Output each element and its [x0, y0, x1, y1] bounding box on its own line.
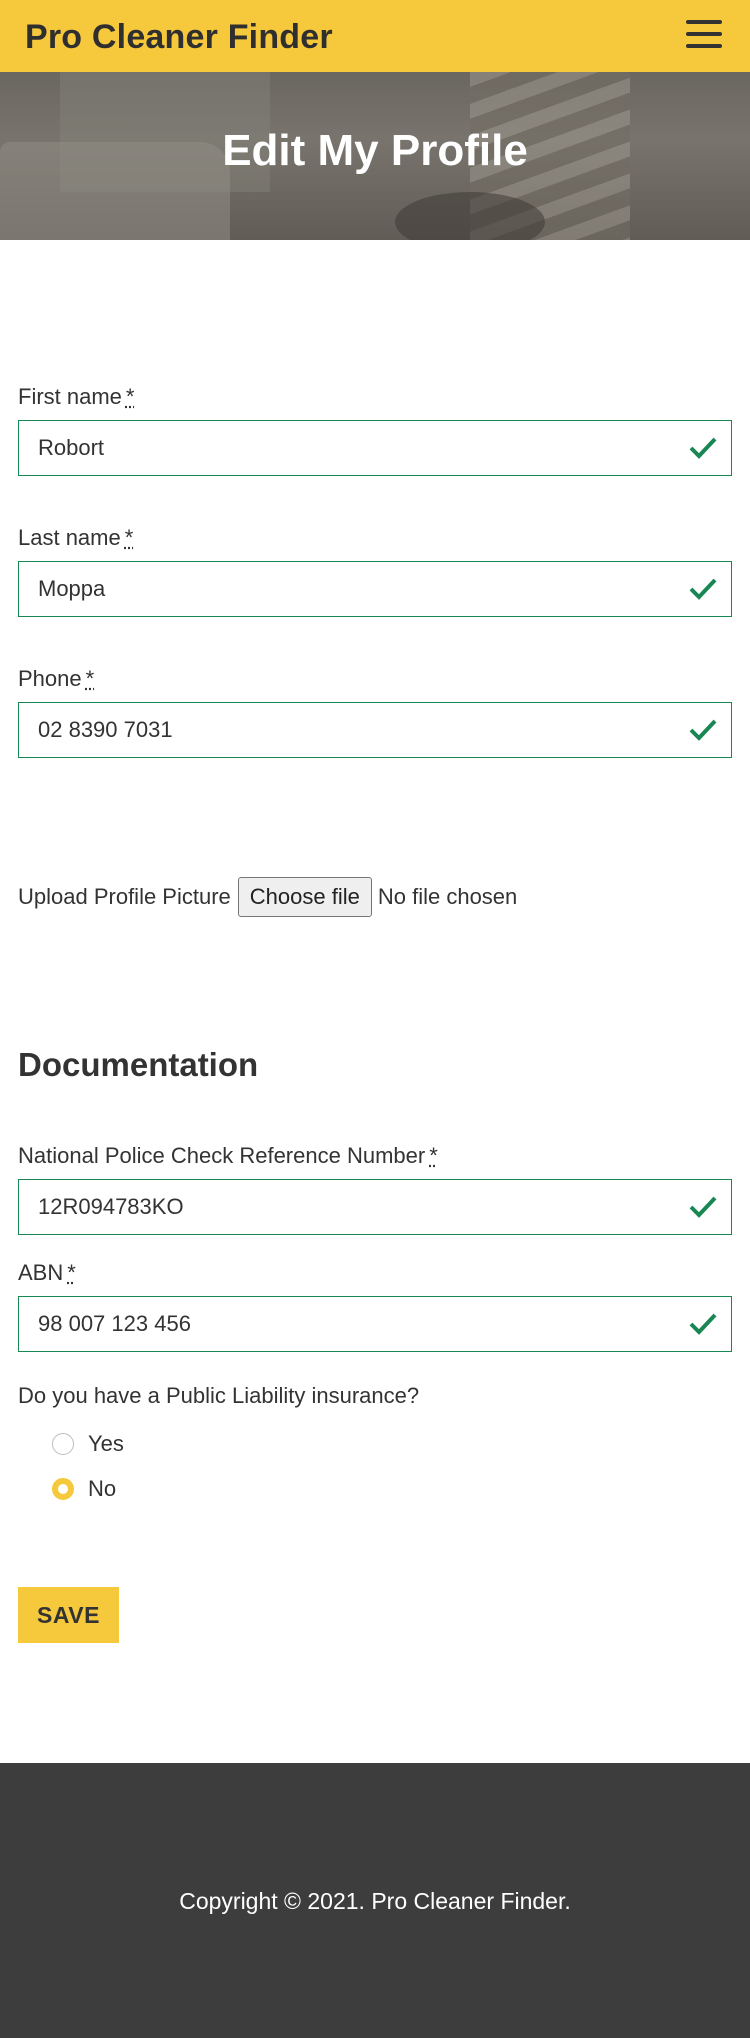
check-icon	[689, 719, 717, 741]
radio-label-no: No	[88, 1476, 117, 1501]
insurance-option-no[interactable]: No	[52, 1476, 116, 1502]
phone-input[interactable]	[19, 703, 679, 756]
navbar: Pro Cleaner Finder	[0, 0, 750, 72]
last-name-label: Last name *	[18, 525, 134, 550]
upload-label: Upload Profile Picture	[18, 884, 231, 909]
save-button[interactable]: SAVE	[18, 1587, 119, 1643]
brand-title[interactable]: Pro Cleaner Finder	[25, 18, 333, 57]
page-title: Edit My Profile	[222, 126, 528, 175]
abn-input[interactable]	[19, 1297, 679, 1350]
first-name-input[interactable]	[19, 421, 679, 474]
radio-yes[interactable]	[52, 1433, 74, 1455]
phone-field[interactable]	[18, 702, 732, 758]
last-name-field[interactable]	[18, 561, 732, 617]
check-icon	[689, 1313, 717, 1335]
check-icon	[689, 1196, 717, 1218]
abn-field[interactable]	[18, 1296, 732, 1352]
police-check-input[interactable]	[19, 1180, 679, 1233]
required-marker: *	[124, 525, 134, 550]
phone-label: Phone *	[18, 666, 95, 691]
documentation-heading: Documentation	[18, 1046, 259, 1083]
check-icon	[689, 437, 717, 459]
hamburger-menu-button[interactable]	[684, 18, 724, 52]
radio-no[interactable]	[52, 1478, 74, 1500]
footer: Copyright © 2021. Pro Cleaner Finder.	[0, 1763, 750, 2038]
upload-profile-picture: Upload Profile Picture Choose file No fi…	[18, 877, 517, 917]
last-name-input[interactable]	[19, 562, 679, 615]
insurance-question: Do you have a Public Liability insurance…	[18, 1383, 420, 1408]
choose-file-button[interactable]: Choose file	[237, 877, 372, 917]
hero-banner: Edit My Profile	[0, 72, 750, 240]
first-name-label: First name *	[18, 384, 135, 409]
police-check-label: National Police Check Reference Number *	[18, 1143, 438, 1168]
required-marker: *	[85, 666, 95, 691]
hamburger-icon	[686, 20, 722, 24]
copyright-text: Copyright © 2021. Pro Cleaner Finder.	[179, 1888, 571, 1914]
insurance-option-yes[interactable]: Yes	[52, 1431, 124, 1457]
radio-label-yes: Yes	[88, 1431, 124, 1456]
required-marker: *	[429, 1143, 438, 1168]
first-name-field[interactable]	[18, 420, 732, 476]
police-check-field[interactable]	[18, 1179, 732, 1235]
required-marker: *	[67, 1260, 76, 1285]
file-status: No file chosen	[377, 884, 518, 909]
abn-label: ABN *	[18, 1260, 76, 1285]
check-icon	[689, 578, 717, 600]
required-marker: *	[125, 384, 135, 409]
